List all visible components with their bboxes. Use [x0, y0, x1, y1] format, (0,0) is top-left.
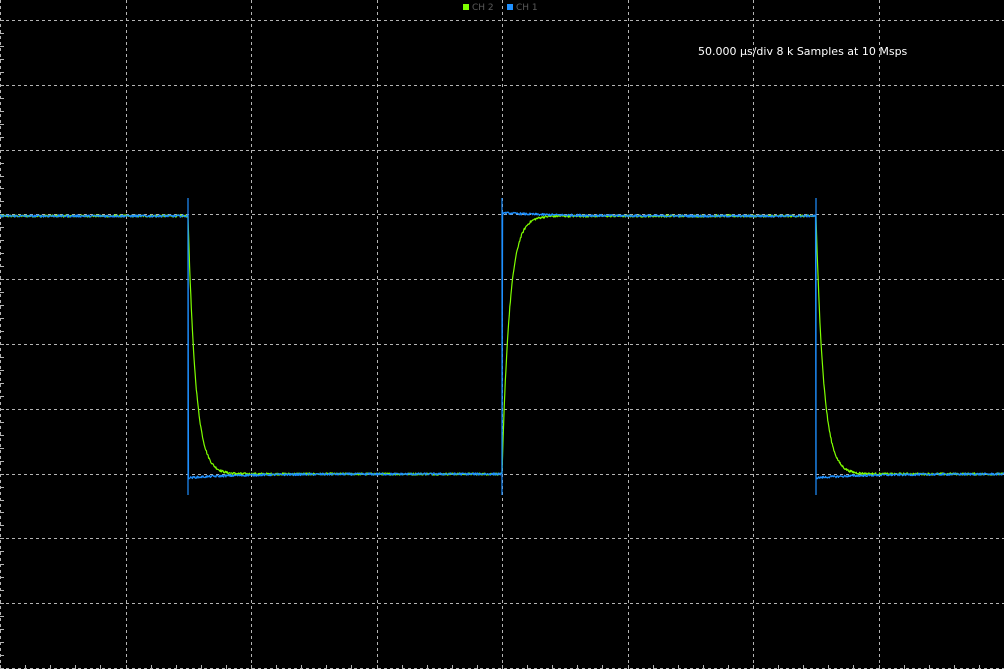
acquisition-info: 50.000 µs/div 8 k Samples at 10 Msps: [698, 45, 908, 58]
legend-swatch-ch2: [463, 4, 469, 10]
legend-label-ch2: CH 2: [472, 3, 494, 13]
oscilloscope-display: CH 2 CH 1 50.000 µs/div 8 k Samples at 1…: [0, 0, 1004, 669]
legend-label-ch1: CH 1: [516, 3, 538, 13]
legend-swatch-ch1: [507, 4, 513, 10]
